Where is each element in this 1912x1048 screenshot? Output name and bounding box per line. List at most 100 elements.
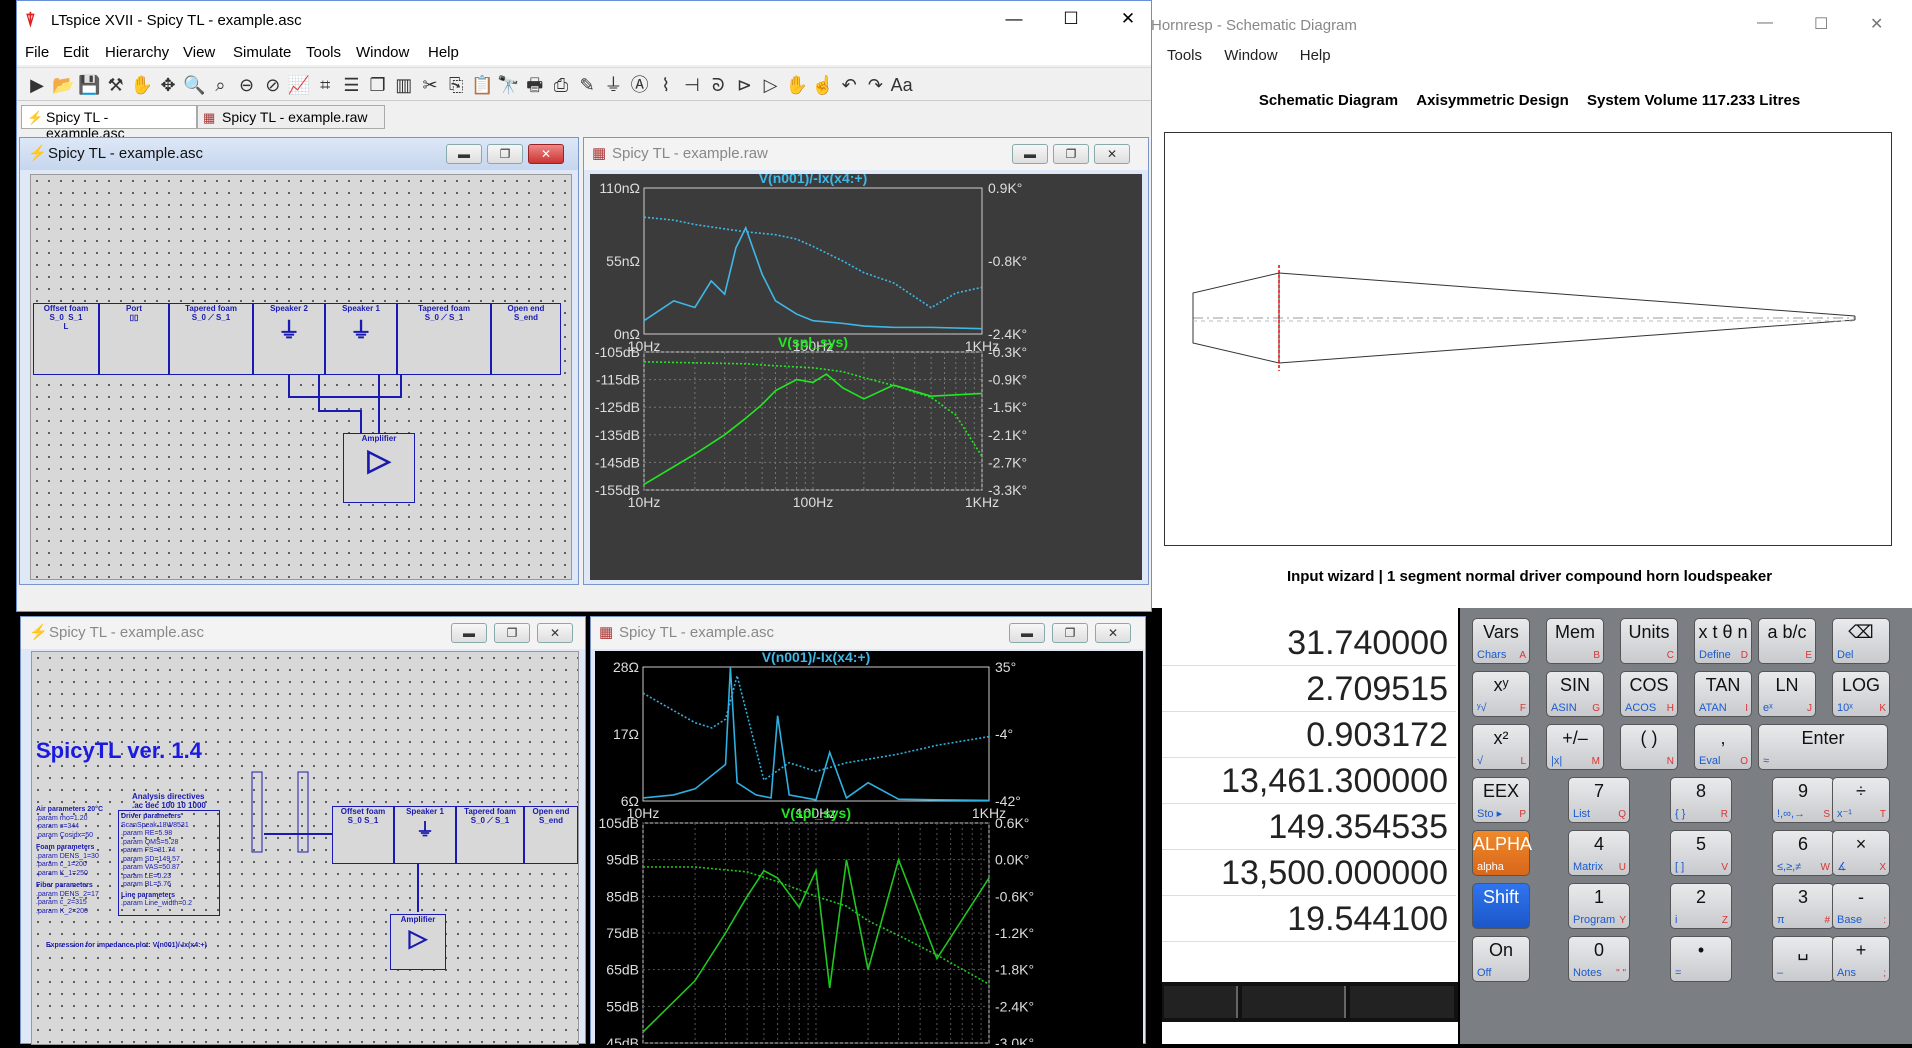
schematic-canvas-1[interactable]: Offset foam S_0 S_1 L Port ▯▯ Tapered foam S… <box>30 174 572 580</box>
calc-key[interactable]: 0 Notes " " <box>1568 936 1630 982</box>
calc-key[interactable]: a b/c E <box>1758 618 1816 664</box>
pan-icon[interactable]: ✥ <box>156 73 180 97</box>
minimize-button[interactable]: ▬ <box>1012 144 1048 164</box>
capacitor-icon[interactable]: ⊣ <box>680 73 704 97</box>
menu-edit[interactable]: Edit <box>63 44 89 61</box>
restore-button[interactable]: ❐ <box>487 144 523 164</box>
label-icon[interactable]: Ⓐ <box>628 73 652 97</box>
text-icon[interactable]: Aa <box>890 73 914 97</box>
calc-key[interactable]: • = <box>1670 936 1732 982</box>
control-panel-icon[interactable]: ⚒ <box>104 73 128 97</box>
move-icon[interactable]: ✋ <box>785 73 809 97</box>
calc-key[interactable]: Mem B <box>1546 618 1604 664</box>
calc-key[interactable]: 3 π # <box>1772 883 1834 929</box>
calc-key[interactable]: EEX Sto ▸ P <box>1472 777 1530 823</box>
calc-key[interactable]: xʸ ʸ√ F <box>1472 671 1530 717</box>
calc-key[interactable]: x t θ n Define D <box>1694 618 1752 664</box>
menu-help[interactable]: Help <box>428 44 459 61</box>
component-icon[interactable]: ▷ <box>759 73 783 97</box>
tile-vert-icon[interactable]: ▥ <box>392 73 416 97</box>
menu-tools[interactable]: Tools <box>306 44 341 61</box>
save-icon[interactable]: 💾 <box>77 73 101 97</box>
menu-help[interactable]: Help <box>1300 47 1331 64</box>
undo-icon[interactable]: ↶ <box>837 73 861 97</box>
calc-key[interactable]: 6 ≤,≥,≠ W <box>1772 830 1834 876</box>
print-icon[interactable]: 🖶 <box>523 73 547 97</box>
close-button[interactable]: ✕ <box>1095 623 1131 643</box>
halt-icon[interactable]: ✋ <box>130 73 154 97</box>
ground-icon[interactable]: ⏚ <box>601 73 625 97</box>
calc-key[interactable]: COS ACOS H <box>1620 671 1678 717</box>
close-button[interactable]: ✕ <box>537 623 573 643</box>
tab-waveform[interactable]: ▦ Spicy TL - example.raw <box>197 105 385 129</box>
calc-key[interactable]: - Base: <box>1832 883 1890 929</box>
redo-icon[interactable]: ↷ <box>863 73 887 97</box>
autorange-icon[interactable]: 📈 <box>287 73 311 97</box>
minimize-button[interactable]: ▬ <box>446 144 482 164</box>
run-icon[interactable]: ▶ <box>25 73 49 97</box>
zoom-in-icon[interactable]: 🔍 <box>182 73 206 97</box>
value-row[interactable]: 19.544100 <box>1162 896 1456 942</box>
waveform-plot-1[interactable]: 110nΩ 55nΩ 0nΩ 0.9K° -0.8K° -2.4K° 10Hz 100Hz 1K… <box>590 170 1142 580</box>
waveform-window-2[interactable]: ▦ Spicy TL - example.asc ▬ ❐ ✕ 28Ω 17Ω 6Ω 3… <box>590 616 1146 1048</box>
calc-key[interactable]: 5[ ] V <box>1670 830 1732 876</box>
close-icon[interactable]: ✕ <box>1870 14 1883 34</box>
print-setup-icon[interactable]: ⎙ <box>549 73 573 97</box>
cascade-icon[interactable]: ❐ <box>366 73 390 97</box>
calc-key[interactable]: +/– |x| M <box>1546 724 1604 770</box>
block-amplifier[interactable]: Amplifier ▷ <box>343 433 415 503</box>
calc-key[interactable]: LOG 10ˣ K <box>1832 671 1890 717</box>
calc-key[interactable]: 2iZ <box>1670 883 1732 929</box>
copy-icon[interactable]: ⎘ <box>444 73 468 97</box>
zoom-out-icon[interactable]: ⊖ <box>235 73 259 97</box>
calc-key[interactable]: , Eval O <box>1694 724 1752 770</box>
minimize-icon[interactable]: — <box>999 9 1029 29</box>
calc-key[interactable]: ÷ x⁻¹ T <box>1832 777 1890 823</box>
paste-icon[interactable]: 📋 <box>470 73 494 97</box>
resistor-icon[interactable]: ⌇ <box>654 73 678 97</box>
find-icon[interactable]: 🔭 <box>497 73 521 97</box>
restore-button[interactable]: ❐ <box>494 623 530 643</box>
menu-tools[interactable]: Tools <box>1167 47 1202 64</box>
draw-wire-icon[interactable]: ✎ <box>575 73 599 97</box>
maximize-icon[interactable]: ☐ <box>1814 14 1828 34</box>
value-row[interactable]: 2.709515 <box>1162 666 1456 712</box>
zoom-cancel-icon[interactable]: ⊘ <box>261 73 285 97</box>
calc-key[interactable]: 7 List Q <box>1568 777 1630 823</box>
calc-key[interactable]: 4 Matrix U <box>1568 830 1630 876</box>
close-button[interactable]: ✕ <box>1094 144 1130 164</box>
calc-key[interactable]: ␣ – <box>1772 936 1834 982</box>
menu-hierarchy[interactable]: Hierarchy <box>105 44 169 61</box>
zoom-area-icon[interactable]: ⌕ <box>208 73 232 97</box>
waveform-window-1[interactable]: ▦ Spicy TL - example.raw ▬ ❐ ✕ 110nΩ 55nΩ… <box>583 137 1149 585</box>
schematic-window-1[interactable]: ⚡ Spicy TL - example.asc ▬ ❐ ✕ Offset fo… <box>19 137 579 585</box>
value-row[interactable]: 0.903172 <box>1162 712 1456 758</box>
minimize-button[interactable]: ▬ <box>451 623 487 643</box>
restore-button[interactable]: ❐ <box>1053 144 1089 164</box>
calc-key[interactable]: On Off <box>1472 936 1530 982</box>
calc-key[interactable]: Shift <box>1472 883 1530 929</box>
calc-key[interactable]: Units C <box>1620 618 1678 664</box>
schematic-window-2[interactable]: ⚡ Spicy TL - example.asc ▬ ❐ ✕ SpicyTL v… <box>20 616 586 1045</box>
menu-window[interactable]: Window <box>1224 47 1277 64</box>
minimize-button[interactable]: ▬ <box>1009 623 1045 643</box>
mark-icon[interactable]: ⌗ <box>313 73 337 97</box>
close-icon[interactable]: ✕ <box>1113 9 1143 29</box>
menu-file[interactable]: File <box>25 44 49 61</box>
minimize-icon[interactable]: — <box>1757 14 1773 32</box>
maximize-icon[interactable]: ☐ <box>1056 9 1086 29</box>
calc-key[interactable]: Enter ≈ <box>1758 724 1888 770</box>
menu-simulate[interactable]: Simulate <box>233 44 291 61</box>
soft-key[interactable] <box>1350 986 1454 1018</box>
calc-key[interactable]: ⌫ Del <box>1832 618 1890 664</box>
calc-key[interactable]: TAN ATAN I <box>1694 671 1752 717</box>
calc-key[interactable]: × ∡ X <box>1832 830 1890 876</box>
value-row[interactable]: 13,500.000000 <box>1162 850 1456 896</box>
diode-icon[interactable]: ⊳ <box>732 73 756 97</box>
calc-key[interactable]: + Ans; <box>1832 936 1890 982</box>
value-row[interactable]: 13,461.300000 <box>1162 758 1456 804</box>
soft-key[interactable] <box>1242 986 1346 1018</box>
calc-key[interactable]: 1 Program Y <box>1568 883 1630 929</box>
calc-key[interactable]: ALPHA alpha <box>1472 830 1532 876</box>
inductor-icon[interactable]: ᘐ <box>706 73 730 97</box>
